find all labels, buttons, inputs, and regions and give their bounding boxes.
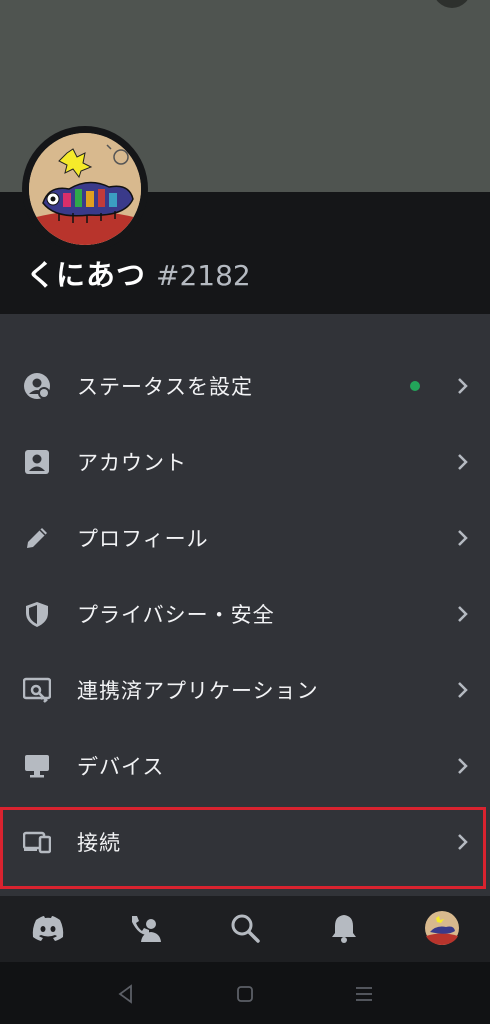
chevron-right-icon xyxy=(455,603,471,625)
profile-username: くにあつ #2182 xyxy=(26,252,251,300)
menu-item-label: 連携済アプリケーション xyxy=(77,679,319,703)
menu-item-label: 接続 xyxy=(77,831,121,855)
chevron-right-icon xyxy=(455,679,471,701)
menu-item-label: デバイス xyxy=(77,755,165,779)
search-icon[interactable] xyxy=(227,910,263,946)
pencil-icon xyxy=(23,524,51,552)
menu-item-label: プライバシー・安全 xyxy=(77,603,275,627)
devices-icon xyxy=(23,828,51,856)
discord-home-icon[interactable] xyxy=(30,910,66,946)
profile-avatar-ring xyxy=(22,126,148,252)
chevron-right-icon xyxy=(455,755,471,777)
menu-item-authorized-apps[interactable]: 連携済アプリケーション xyxy=(0,652,490,728)
online-status-dot xyxy=(410,381,420,391)
status-icon xyxy=(23,372,51,400)
account-icon xyxy=(23,448,51,476)
menu-item-profile[interactable]: プロフィール xyxy=(0,500,490,576)
authorized-apps-icon xyxy=(23,676,51,704)
monitor-icon xyxy=(23,752,51,780)
system-nav-bar xyxy=(0,962,490,1024)
menu-item-label: プロフィール xyxy=(77,527,209,551)
username-discriminator: #2182 xyxy=(156,259,251,292)
back-icon[interactable] xyxy=(114,982,138,1006)
chevron-right-icon xyxy=(455,375,471,397)
username-text: くにあつ xyxy=(26,258,147,292)
profile-avatar[interactable] xyxy=(424,910,460,946)
settings-menu: ステータスを設定 アカウント プロフィール プライバシー・安全 連携済アプリケー… xyxy=(0,314,490,896)
chevron-right-icon xyxy=(455,451,471,473)
menu-item-devices[interactable]: デバイス xyxy=(0,728,490,804)
menu-item-label: アカウント xyxy=(77,451,187,475)
menu-item-privacy-safety[interactable]: プライバシー・安全 xyxy=(0,576,490,652)
settings-close-button[interactable] xyxy=(433,0,471,8)
menu-item-label: ステータスを設定 xyxy=(77,375,253,399)
menu-item-set-status[interactable]: ステータスを設定 xyxy=(0,348,490,424)
settings-screen: くにあつ #2182 ステータスを設定 アカウント プロフィール プライバシー・… xyxy=(0,0,490,1024)
bell-icon[interactable] xyxy=(326,910,362,946)
profile-avatar[interactable] xyxy=(29,133,141,245)
friends-icon[interactable] xyxy=(127,910,163,946)
home-icon[interactable] xyxy=(233,982,257,1006)
chevron-right-icon xyxy=(455,527,471,549)
recents-icon[interactable] xyxy=(352,982,376,1006)
menu-item-account[interactable]: アカウント xyxy=(0,424,490,500)
bottom-tab-bar xyxy=(0,896,490,962)
chevron-right-icon xyxy=(455,831,471,853)
shield-icon xyxy=(23,600,51,628)
menu-item-connections[interactable]: 接続 xyxy=(0,804,490,880)
